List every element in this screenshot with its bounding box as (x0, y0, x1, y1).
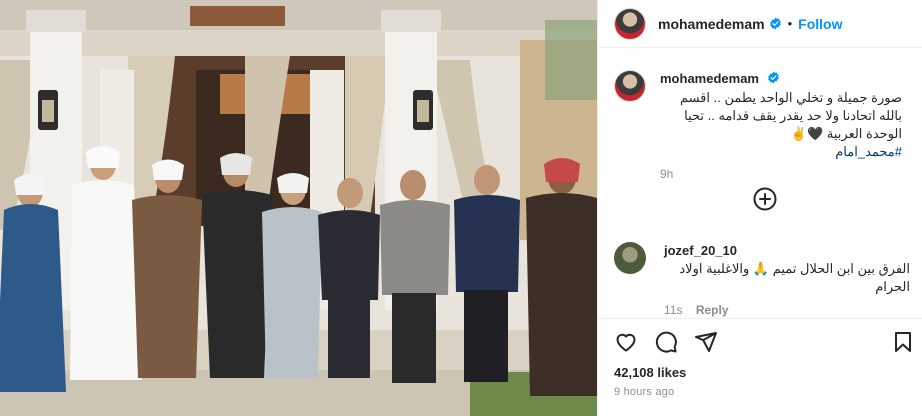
caption-text: صورة جميلة و تخلي الواحد يطمن .. اقسم با… (679, 90, 902, 141)
caption-username[interactable]: mohamedemam (660, 71, 759, 86)
verified-badge-icon (769, 17, 781, 30)
action-bar: 42,108 likes 9 hours ago (598, 318, 922, 416)
caption-body: mohamedemam صورة جميلة و تخلي الواحد يطم… (660, 70, 902, 181)
comment-button[interactable] (654, 330, 678, 354)
comment-meta: 11s Reply (664, 303, 910, 317)
author-username[interactable]: mohamedemam (658, 16, 765, 32)
caption-header: mohamedemam (660, 70, 902, 88)
verified-badge-icon (768, 71, 780, 84)
separator-dot: • (787, 16, 793, 31)
comment-timestamp[interactable]: 11s (664, 303, 682, 317)
post-sidebar: mohamedemam • Follow mohamedemam صورة جم… (597, 0, 922, 416)
author-avatar[interactable] (614, 7, 646, 40)
post-caption: mohamedemam صورة جميلة و تخلي الواحد يطم… (598, 56, 922, 181)
follow-button[interactable]: Follow (798, 16, 842, 32)
likes-count[interactable]: 42,108 likes (598, 365, 922, 380)
group-photo (0, 0, 597, 416)
comment-text: الفرق بين ابن الحلال تميم 🙏 والاغلبية او… (679, 261, 910, 294)
reply-button[interactable]: Reply (696, 303, 729, 317)
post-header: mohamedemam • Follow (598, 0, 922, 48)
caption-timestamp[interactable]: 9h (660, 167, 902, 181)
comment-icon (655, 331, 677, 353)
bookmark-icon (895, 332, 911, 352)
commenter-username[interactable]: jozef_20_10 (664, 243, 737, 258)
post-photo[interactable] (0, 0, 597, 416)
comment-body: jozef_20_10 الفرق بين ابن الحلال تميم 🙏 … (664, 242, 910, 317)
save-button[interactable] (891, 330, 915, 354)
caption-hashtag[interactable]: #محمد_امام (660, 143, 902, 161)
comments-section: mohamedemam صورة جميلة و تخلي الواحد يطم… (598, 56, 922, 318)
heart-icon (616, 333, 636, 352)
caption-avatar[interactable] (614, 70, 646, 102)
post-timestamp[interactable]: 9 hours ago (598, 386, 922, 398)
action-icons (598, 319, 922, 359)
commenter-avatar[interactable] (614, 242, 646, 274)
send-icon (695, 332, 717, 352)
comment-item: jozef_20_10 الفرق بين ابن الحلال تميم 🙏 … (614, 242, 914, 317)
plus-circle-icon[interactable] (753, 187, 777, 211)
like-button[interactable] (614, 330, 638, 354)
share-button[interactable] (694, 330, 718, 354)
